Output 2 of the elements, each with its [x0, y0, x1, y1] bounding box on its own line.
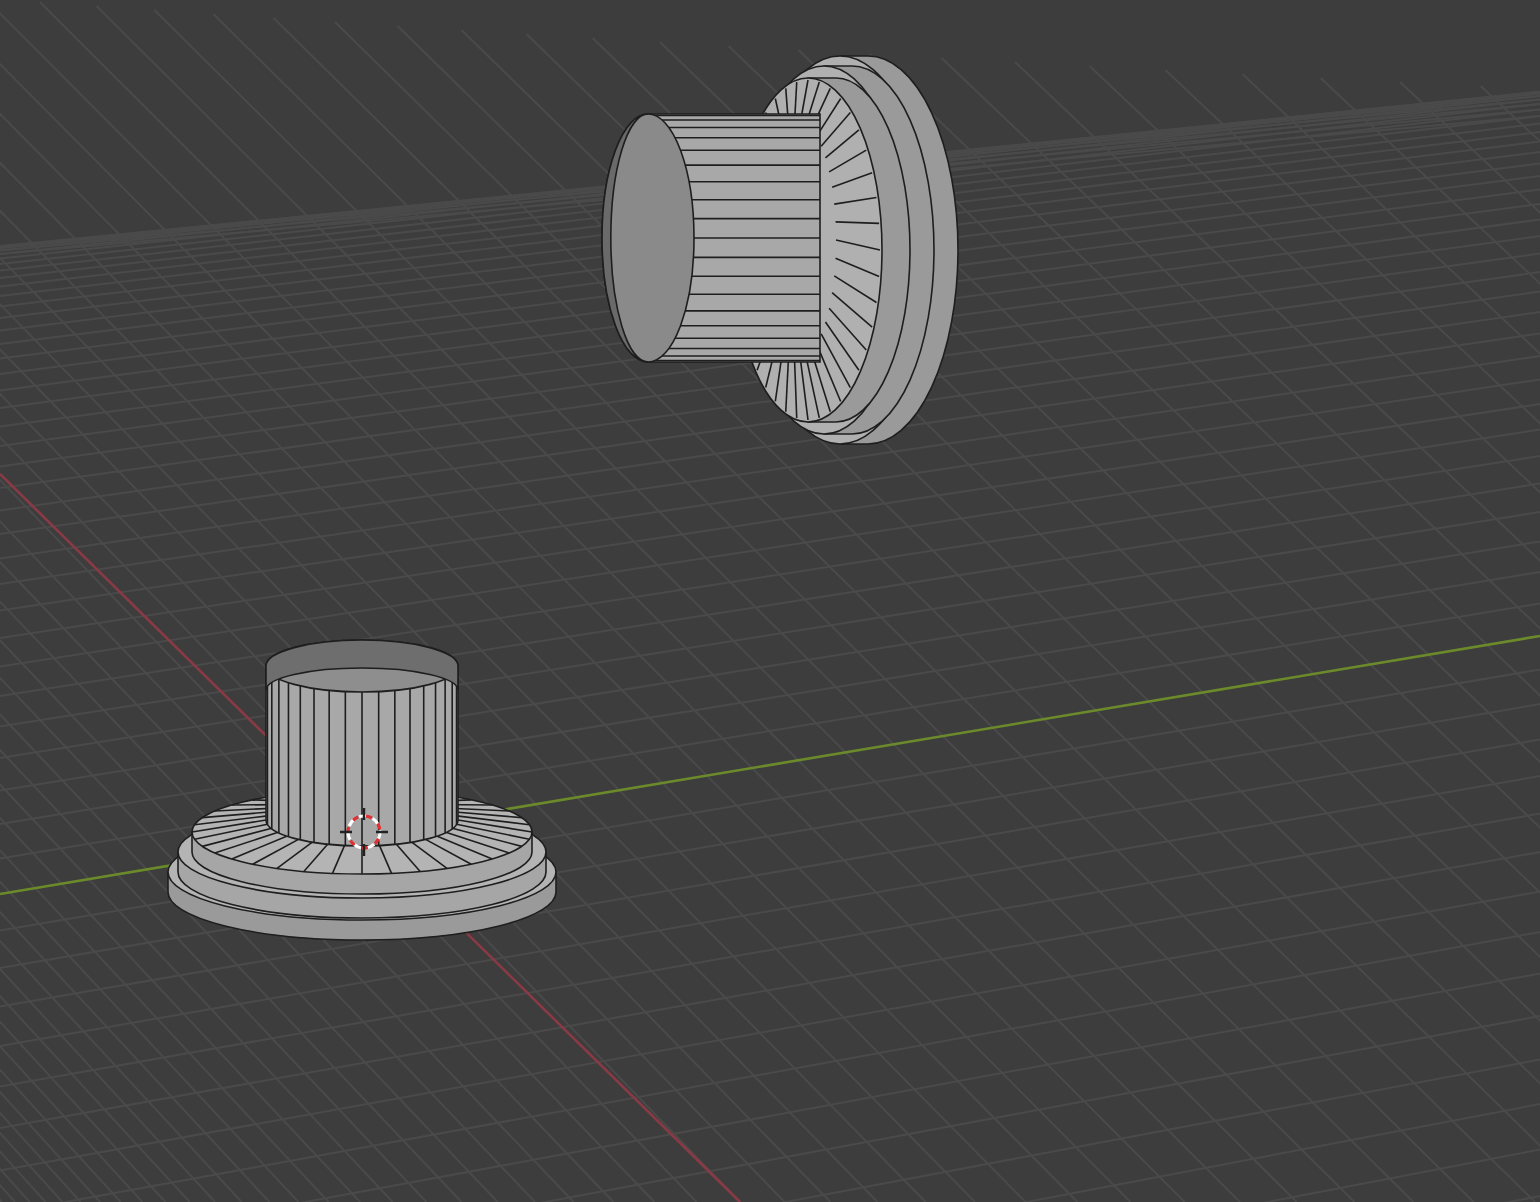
3d-viewport[interactable]: [0, 0, 1540, 1202]
3d-cursor-icon[interactable]: [338, 806, 390, 858]
